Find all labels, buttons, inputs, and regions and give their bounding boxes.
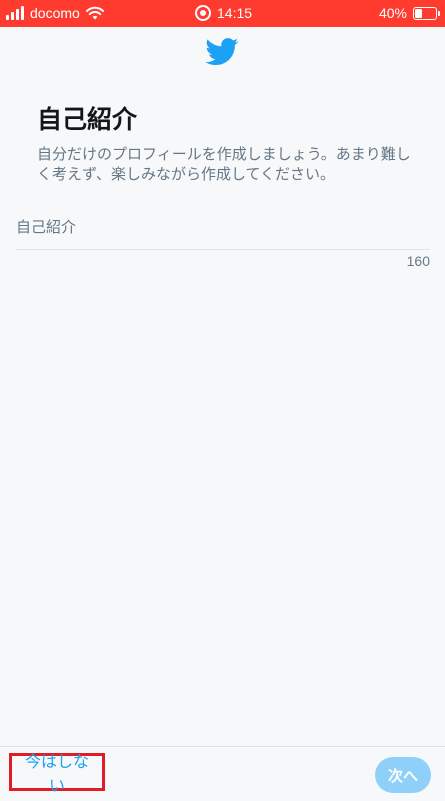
bio-input[interactable] [16, 205, 430, 249]
signal-strength-icon [6, 6, 24, 20]
battery-icon [413, 6, 440, 20]
next-button[interactable]: 次へ [375, 757, 431, 793]
skip-button[interactable]: 今はしない [9, 752, 105, 795]
character-counter: 160 [406, 253, 430, 269]
screen-recording-icon [195, 5, 211, 21]
status-bar-right: 40% [378, 5, 440, 21]
page-title: 自己紹介 [37, 105, 138, 134]
status-bar-center: 14:15 [195, 5, 252, 21]
bio-field[interactable] [16, 205, 430, 250]
battery-percent: 40% [378, 5, 407, 21]
clock: 14:15 [217, 5, 253, 21]
bottom-action-bar: 今はしない 次へ [0, 746, 445, 801]
twitter-bird-icon [205, 38, 239, 66]
wifi-icon [85, 6, 104, 20]
carrier-name: docomo [30, 5, 80, 21]
status-bar: docomo 14:15 40% [0, 0, 445, 27]
status-bar-left: docomo [6, 5, 104, 21]
page-description: 自分だけのプロフィールを作成しましょう。あまり難しく考えず、楽しみながら作成して… [37, 145, 411, 183]
